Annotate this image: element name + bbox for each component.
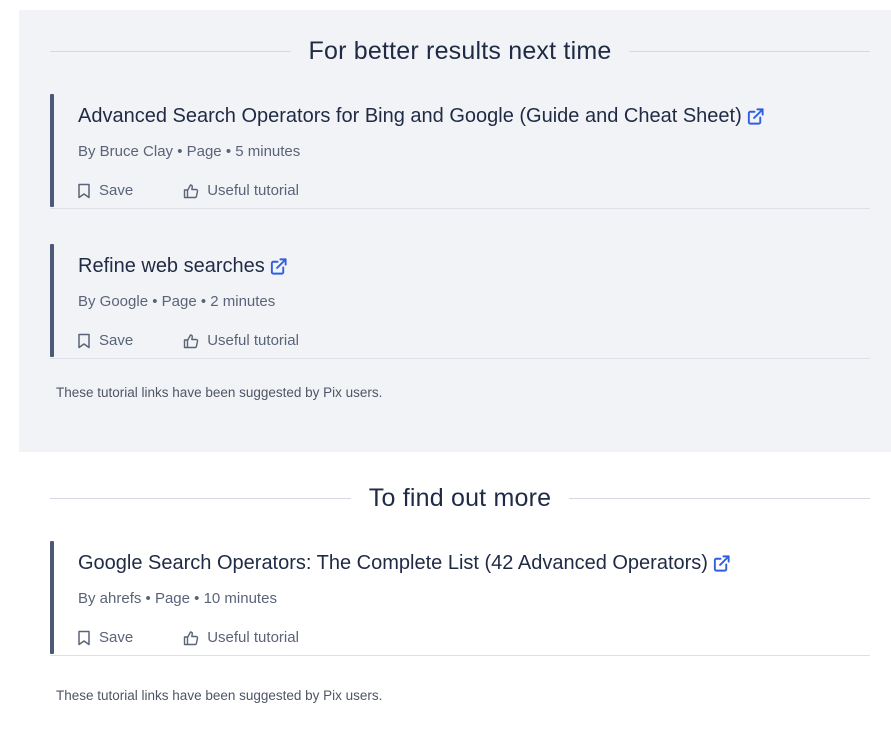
tutorial-title: Advanced Search Operators for Bing and G… xyxy=(78,105,742,127)
section-title: For better results next time xyxy=(308,37,612,65)
divider xyxy=(569,498,870,499)
card-actions: Save Useful tutorial xyxy=(77,629,299,646)
suggestion-note: These tutorial links have been suggested… xyxy=(56,385,383,400)
useful-tutorial-button[interactable]: Useful tutorial xyxy=(183,332,299,349)
tutorial-meta: By ahrefs • Page • 10 minutes xyxy=(78,590,277,607)
save-button[interactable]: Save xyxy=(77,182,133,199)
card-actions: Save Useful tutorial xyxy=(77,182,299,199)
tutorial-link[interactable]: Advanced Search Operators for Bing and G… xyxy=(78,105,765,128)
tutorial-card: Refine web searches By Google • Page • 2… xyxy=(50,244,870,359)
useful-label: Useful tutorial xyxy=(207,182,299,199)
card-accent-bar xyxy=(50,541,54,654)
tutorial-meta: By Bruce Clay • Page • 5 minutes xyxy=(78,143,301,160)
save-label: Save xyxy=(99,332,134,349)
useful-label: Useful tutorial xyxy=(207,332,299,349)
divider xyxy=(629,51,870,52)
useful-tutorial-button[interactable]: Useful tutorial xyxy=(183,629,299,646)
bookmark-icon xyxy=(77,333,91,349)
thumbs-up-icon xyxy=(183,630,199,646)
external-link-icon xyxy=(269,257,288,276)
section-title: To find out more xyxy=(368,484,552,512)
tutorial-section-find-out-more: To find out more Google Search Operators… xyxy=(19,456,891,736)
tutorial-link[interactable]: Google Search Operators: The Complete Li… xyxy=(78,552,731,575)
card-accent-bar xyxy=(50,94,54,207)
bookmark-icon xyxy=(77,183,91,199)
useful-label: Useful tutorial xyxy=(207,629,299,646)
tutorial-card: Advanced Search Operators for Bing and G… xyxy=(50,94,870,209)
external-link-icon xyxy=(746,107,765,126)
section-heading: For better results next time xyxy=(50,37,870,66)
save-label: Save xyxy=(99,182,134,199)
save-button[interactable]: Save xyxy=(77,332,133,349)
divider xyxy=(50,498,351,499)
card-actions: Save Useful tutorial xyxy=(77,332,299,349)
useful-tutorial-button[interactable]: Useful tutorial xyxy=(183,182,299,199)
tutorial-link[interactable]: Refine web searches xyxy=(78,255,288,278)
suggestion-note: These tutorial links have been suggested… xyxy=(56,688,383,703)
tutorial-title: Refine web searches xyxy=(78,255,265,277)
thumbs-up-icon xyxy=(183,333,199,349)
tutorial-card: Google Search Operators: The Complete Li… xyxy=(50,541,870,656)
external-link-icon xyxy=(712,554,731,573)
divider xyxy=(50,51,291,52)
card-accent-bar xyxy=(50,244,54,357)
tutorial-title: Google Search Operators: The Complete Li… xyxy=(78,552,708,574)
save-label: Save xyxy=(99,629,134,646)
bookmark-icon xyxy=(77,630,91,646)
tutorial-meta: By Google • Page • 2 minutes xyxy=(78,293,276,310)
tutorial-section-better-results: For better results next time Advanced Se… xyxy=(19,10,891,452)
thumbs-up-icon xyxy=(183,183,199,199)
section-heading: To find out more xyxy=(50,484,870,513)
save-button[interactable]: Save xyxy=(77,629,133,646)
